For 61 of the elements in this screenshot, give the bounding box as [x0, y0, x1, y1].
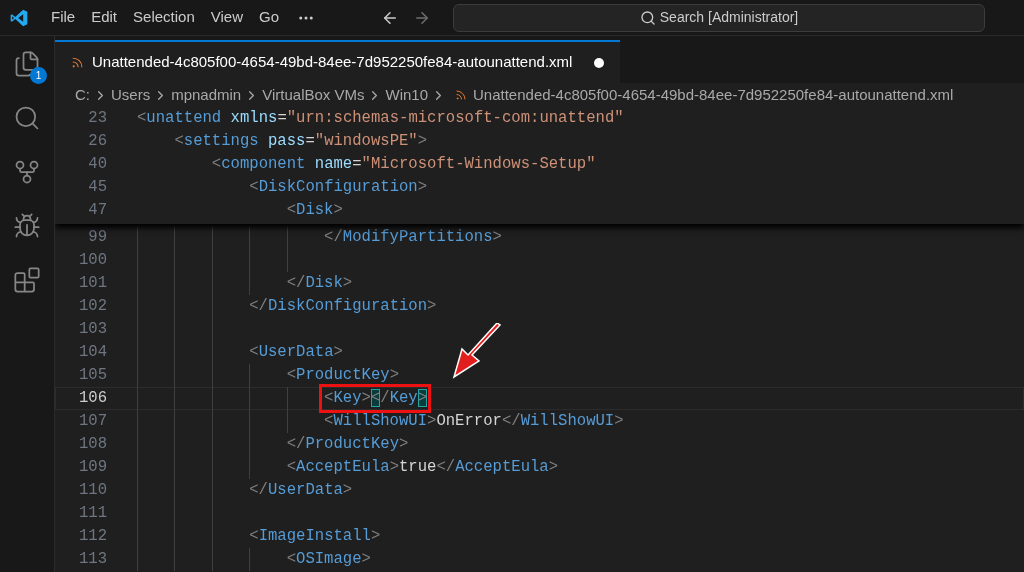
breadcrumb-item[interactable]: Users — [111, 83, 151, 107]
source-control-icon[interactable] — [13, 158, 41, 186]
code-line: <ImageInstall> — [249, 525, 381, 547]
code-line: <DiskConfiguration> — [249, 176, 428, 198]
line-number: 102 — [77, 295, 107, 317]
breadcrumb-item[interactable]: VirtualBox VMs — [262, 83, 365, 107]
line-number: 99 — [87, 226, 107, 248]
breadcrumb-item[interactable]: Win10 — [385, 83, 428, 107]
breadcrumb-item[interactable]: C: — [75, 83, 90, 107]
editor-tab[interactable]: Unattended-4c805f00-4654-49bd-84ee-7d952250fe84-autounattend.xml — [55, 40, 621, 83]
code-line: <ProductKey> — [286, 364, 399, 386]
line-number: 101 — [77, 272, 107, 294]
search-icon[interactable] — [13, 104, 41, 132]
line-number: 47 — [87, 199, 107, 221]
line-number: 105 — [77, 364, 107, 386]
code-line: <settings pass="windowsPE"> — [174, 130, 428, 152]
line-number: 109 — [77, 456, 107, 478]
code-line: <WillShowUI>OnError</WillShowUI> — [324, 410, 624, 432]
breadcrumb-item[interactable]: mpnadmin — [171, 83, 242, 107]
search-field[interactable]: Search [Administrator] — [453, 3, 985, 32]
menu-item[interactable]: View — [202, 6, 251, 29]
notification-badge: 1 — [30, 67, 47, 84]
code-line: <AcceptEula>true</AcceptEula> — [286, 456, 559, 478]
menu-item[interactable]: File — [43, 6, 84, 29]
code-line: </ModifyPartitions> — [324, 226, 502, 248]
line-number: 26 — [87, 130, 107, 152]
code-line: </UserData> — [249, 479, 353, 501]
line-number: 40 — [87, 153, 107, 175]
line-number: 45 — [87, 176, 107, 198]
code-line: <component name="Microsoft-Windows-Setup" — [211, 153, 596, 175]
extensions-icon[interactable] — [13, 266, 41, 294]
search-icon — [639, 9, 656, 26]
menu-item[interactable]: Selection — [125, 6, 203, 29]
line-number: 104 — [77, 341, 107, 363]
search-placeholder: Search [Administrator] — [659, 8, 799, 27]
menu-item[interactable]: Go — [251, 6, 287, 29]
line-number: 112 — [77, 525, 107, 547]
xml-file-icon — [455, 89, 467, 101]
line-number: 23 — [87, 107, 107, 129]
line-number: 106 — [77, 387, 107, 409]
debug-icon[interactable] — [13, 212, 41, 240]
line-number: 110 — [77, 479, 107, 501]
code-line: <OSImage> — [286, 548, 371, 570]
line-number: 108 — [77, 433, 107, 455]
line-number: 100 — [77, 249, 107, 271]
code-line: </ProductKey> — [286, 433, 409, 455]
app-logo-icon[interactable] — [9, 7, 29, 28]
breadcrumb-item[interactable]: Unattended-4c805f00-4654-49bd-84ee-7d952250fe84-autounattend.xml — [473, 83, 954, 107]
code-line: <UserData> — [249, 341, 343, 363]
files-icon[interactable] — [13, 50, 41, 78]
code-line: <Disk> — [286, 199, 343, 221]
arrow-annotation — [452, 323, 503, 379]
xml-file-icon — [71, 56, 84, 69]
menu-item[interactable]: Edit — [83, 6, 126, 29]
code-line: </DiskConfiguration> — [249, 295, 437, 317]
code-line: <unattend xmlns="urn:schemas-microsoft-com:unattend" — [137, 107, 624, 129]
line-number: 111 — [77, 502, 107, 524]
line-number: 103 — [77, 318, 107, 340]
line-number: 107 — [77, 410, 107, 432]
line-number: 113 — [77, 548, 107, 570]
code-line: </Disk> — [286, 272, 353, 294]
